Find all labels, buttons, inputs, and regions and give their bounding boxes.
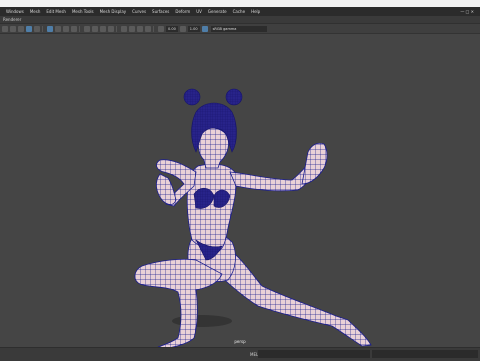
status-bar: MEL (0, 347, 480, 361)
menu-uv[interactable]: UV (196, 9, 202, 14)
mel-label[interactable]: MEL (250, 352, 258, 357)
window-controls[interactable]: — □ ✕ (460, 7, 474, 16)
textured-icon[interactable] (71, 25, 77, 32)
menu-mesh-tools[interactable]: Mesh Tools (72, 9, 94, 14)
title-strip (0, 0, 480, 7)
right-hand (301, 142, 328, 185)
view-transform-dropdown[interactable]: sRGB gamma (210, 25, 267, 32)
command-line-input[interactable] (258, 350, 370, 358)
gamma-icon[interactable] (179, 25, 186, 32)
camera-label: persp (234, 339, 246, 344)
exposure-field[interactable]: 0.00 (166, 25, 178, 32)
wireframe-icon[interactable] (47, 25, 53, 32)
menu-curves[interactable]: Curves (132, 9, 146, 14)
backface-icon[interactable] (145, 25, 151, 32)
menu-deform[interactable]: Deform (175, 9, 190, 14)
viewport-canvas (134, 88, 372, 349)
color-management-icon[interactable] (201, 25, 208, 32)
select-camera-icon[interactable] (10, 25, 16, 32)
smooth-shade-icon[interactable] (55, 25, 61, 32)
bookmark-icon[interactable] (18, 25, 24, 32)
menu-cache[interactable]: Cache (233, 9, 245, 14)
exposure-icon[interactable] (158, 25, 164, 32)
isolate-select-icon[interactable] (121, 25, 127, 32)
main-menubar: Windows Mesh Edit Mesh Mesh Tools Mesh D… (0, 7, 480, 16)
toolbar-divider (42, 25, 43, 32)
image-plane-icon[interactable] (26, 25, 32, 32)
toolbar-divider (116, 25, 117, 32)
head (198, 127, 229, 169)
viewport-toolbar: 0.00 1.00 sRGB gamma (0, 24, 480, 34)
menu-generate[interactable]: Generate (208, 9, 227, 14)
xray-joints-icon[interactable] (137, 25, 143, 32)
menu-surfaces[interactable]: Surfaces (152, 9, 169, 14)
toolbar-divider (153, 25, 154, 32)
panel-menu-renderer[interactable]: Renderer (3, 17, 21, 22)
shadows-icon[interactable] (92, 25, 98, 32)
motion-blur-icon[interactable] (108, 25, 114, 32)
camera-icon[interactable] (2, 25, 8, 32)
menu-mesh[interactable]: Mesh (30, 9, 41, 14)
menu-help[interactable]: Help (251, 9, 260, 14)
grid-icon[interactable] (34, 25, 40, 32)
viewport-3d[interactable] (0, 34, 480, 349)
panel-menubar: Renderer (0, 16, 480, 24)
menu-windows[interactable]: Windows (6, 9, 24, 14)
ambient-occlusion-icon[interactable] (100, 25, 106, 32)
character-mesh[interactable] (134, 127, 372, 349)
command-feedback-field (372, 350, 478, 358)
wireframe-on-shaded-icon[interactable] (63, 25, 69, 32)
menu-edit-mesh[interactable]: Edit Mesh (46, 9, 66, 14)
menu-mesh-display[interactable]: Mesh Display (100, 9, 127, 14)
front-leg (134, 258, 223, 349)
gamma-field[interactable]: 1.00 (187, 25, 200, 32)
toolbar-divider (79, 25, 80, 32)
lights-icon[interactable] (84, 25, 90, 32)
left-hand (156, 173, 177, 205)
xray-icon[interactable] (129, 25, 135, 32)
